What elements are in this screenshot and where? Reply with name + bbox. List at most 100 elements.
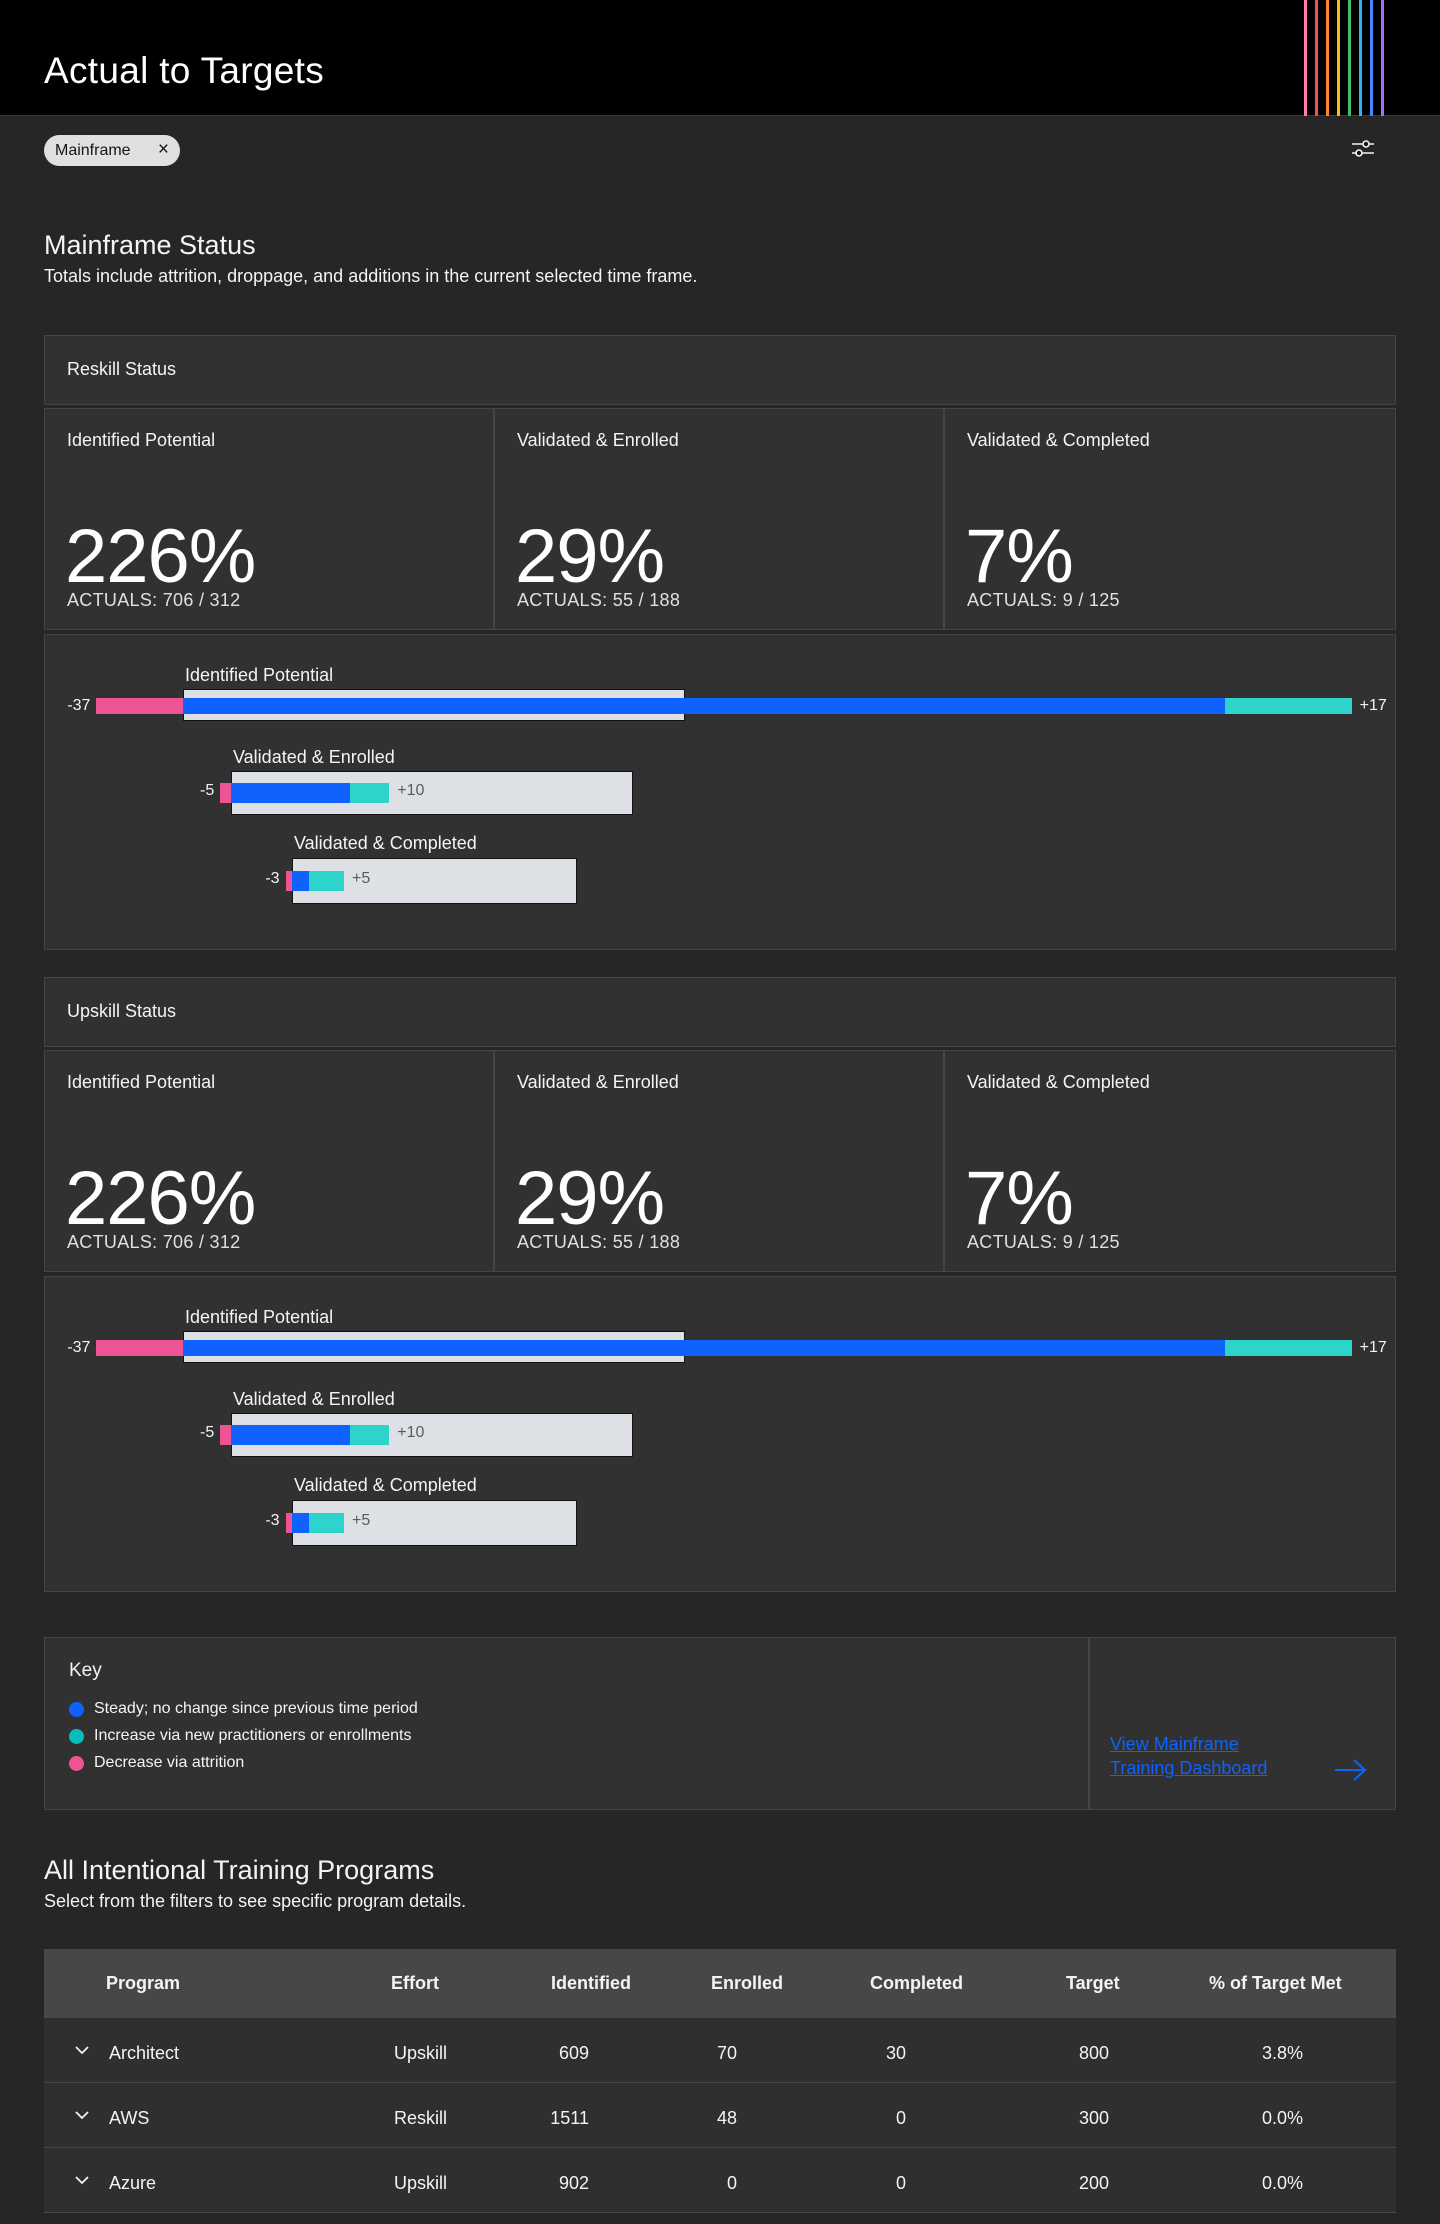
decrease-value: -5 xyxy=(200,782,215,799)
bar-label: Identified Potential xyxy=(185,1307,334,1327)
cell-program: AWS xyxy=(109,2108,150,2128)
col-header-program[interactable]: Program xyxy=(106,1973,180,1994)
metric-value: 7% xyxy=(965,1156,1074,1241)
key-item-label: Steady; no change since previous time pe… xyxy=(94,1700,418,1717)
increase-segment xyxy=(1224,1340,1352,1356)
bar-label: Validated & Enrolled xyxy=(233,1389,395,1409)
cell-effort: Reskill xyxy=(394,2108,448,2128)
metric-value: 29% xyxy=(515,1156,665,1241)
decrease-value: -37 xyxy=(67,1339,91,1356)
programs-section-subtitle: Select from the filters to see specific … xyxy=(44,1891,467,1911)
programs-section-title: All Intentional Training Programs xyxy=(44,1855,435,1885)
reskill-status-header: Reskill Status xyxy=(44,335,1396,405)
key-title: Key xyxy=(69,1660,102,1681)
brand-stripe xyxy=(1348,0,1351,116)
cell-enrolled: 48 xyxy=(716,2108,737,2128)
increase-value: +10 xyxy=(397,782,425,799)
chevron-down-icon[interactable] xyxy=(74,2109,90,2121)
cell-identified: 609 xyxy=(558,2043,589,2063)
panel-title: Reskill Status xyxy=(67,359,177,379)
cell-target: 300 xyxy=(1078,2108,1109,2128)
col-header-target[interactable]: Target xyxy=(1066,1973,1120,1994)
metric-tile: Validated & Completed 7% ACTUALS: 9 / 125 xyxy=(944,1050,1396,1272)
arrow-right-icon[interactable] xyxy=(1334,1758,1368,1782)
key-item-label: Increase via new practitioners or enroll… xyxy=(94,1727,412,1744)
programs-table: Program Effort Identified Enrolled Compl… xyxy=(44,1949,1396,2213)
cell-pct: 0.0% xyxy=(1261,2108,1303,2128)
increase-segment xyxy=(308,871,344,891)
decrease-value: -3 xyxy=(265,1512,280,1529)
metric-label: Identified Potential xyxy=(67,430,216,450)
metric-tile: Identified Potential 226% ACTUALS: 706 / 3… xyxy=(44,408,494,630)
bar-label: Validated & Completed xyxy=(294,833,477,853)
cell-program: Azure xyxy=(109,2173,157,2193)
col-header-enrolled[interactable]: Enrolled xyxy=(711,1973,783,1994)
metric-label: Validated & Enrolled xyxy=(517,1072,679,1092)
metric-actuals: ACTUALS: 706 / 312 xyxy=(67,590,241,610)
status-section-title: Mainframe Status xyxy=(44,230,256,260)
metric-label: Validated & Enrolled xyxy=(517,430,679,450)
upskill-status-header: Upskill Status xyxy=(44,977,1396,1047)
key-item-steady: Steady; no change since previous time pe… xyxy=(69,1700,418,1718)
bar-label: Validated & Completed xyxy=(294,1475,477,1495)
brand-stripe xyxy=(1381,0,1384,116)
steady-segment xyxy=(183,698,1225,714)
cell-identified: 902 xyxy=(558,2173,589,2193)
increase-value: +5 xyxy=(352,1512,371,1529)
metric-value: 7% xyxy=(965,514,1074,599)
chevron-down-icon[interactable] xyxy=(74,2174,90,2186)
page-title: Actual to Targets xyxy=(44,50,325,91)
decrease-segment xyxy=(220,783,231,803)
col-header-pct-target[interactable]: % of Target Met xyxy=(1209,1973,1342,1994)
decrease-value: -37 xyxy=(67,697,91,714)
cell-program: Architect xyxy=(109,2043,180,2063)
steady-segment xyxy=(231,783,350,803)
close-icon[interactable]: × xyxy=(158,139,169,161)
table-row[interactable]: Azure Upskill 902 0 0 200 0.0% xyxy=(44,2148,1396,2213)
settings-adjust-icon[interactable] xyxy=(1350,136,1376,162)
cell-target: 200 xyxy=(1078,2173,1109,2193)
steady-segment xyxy=(292,1513,309,1533)
cell-pct: 3.8% xyxy=(1261,2043,1303,2063)
decrease-dot xyxy=(69,1755,84,1771)
key-item-label: Decrease via attrition xyxy=(94,1754,245,1771)
metric-actuals: ACTUALS: 55 / 188 xyxy=(517,590,681,610)
col-header-completed[interactable]: Completed xyxy=(870,1973,963,1994)
panel-title: Upskill Status xyxy=(67,1001,177,1021)
progress-chart: Identified Potential -37 +17 Validated & En… xyxy=(44,634,1396,950)
table-row[interactable]: AWS Reskill 1511 48 0 300 0.0% xyxy=(44,2083,1396,2148)
decrease-segment xyxy=(96,1340,183,1356)
metric-value: 226% xyxy=(65,1156,256,1241)
col-header-effort[interactable]: Effort xyxy=(391,1973,439,1994)
increase-segment xyxy=(350,1425,390,1445)
cell-effort: Upskill xyxy=(394,2043,448,2063)
key-panel: Key Steady; no change since previous tim… xyxy=(44,1637,1089,1810)
metric-actuals: ACTUALS: 9 / 125 xyxy=(967,1232,1120,1252)
brand-stripe xyxy=(1304,0,1307,116)
col-header-identified[interactable]: Identified xyxy=(551,1973,631,1994)
bar-label: Identified Potential xyxy=(185,665,334,685)
steady-segment xyxy=(183,1340,1225,1356)
decrease-segment xyxy=(96,698,183,714)
increase-value: +10 xyxy=(397,1424,425,1441)
brand-stripe xyxy=(1370,0,1373,116)
metric-label: Validated & Completed xyxy=(967,430,1150,450)
filter-chip-mainframe[interactable]: Mainframe × xyxy=(44,135,180,166)
chevron-down-icon[interactable] xyxy=(74,2044,90,2056)
dashboard-link-panel: View Mainframe Training Dashboard xyxy=(1089,1637,1396,1810)
bar-label: Validated & Enrolled xyxy=(233,747,395,767)
cell-completed: 0 xyxy=(895,2173,906,2193)
cell-pct: 0.0% xyxy=(1261,2173,1303,2193)
metric-tile: Validated & Completed 7% ACTUALS: 9 / 125 xyxy=(944,408,1396,630)
view-dashboard-link[interactable]: View Mainframe Training Dashboard xyxy=(1110,1732,1300,1780)
metric-tile: Identified Potential 226% ACTUALS: 706 / 3… xyxy=(44,1050,494,1272)
steady-dot xyxy=(69,1701,84,1717)
table-row[interactable]: Architect Upskill 609 70 30 800 3.8% xyxy=(44,2018,1396,2083)
cell-completed: 0 xyxy=(895,2108,906,2128)
decrease-value: -5 xyxy=(200,1424,215,1441)
increase-segment xyxy=(1224,698,1352,714)
cell-completed: 30 xyxy=(885,2043,906,2063)
metric-actuals: ACTUALS: 55 / 188 xyxy=(517,1232,681,1252)
increase-value: +17 xyxy=(1359,697,1387,714)
brand-stripe xyxy=(1315,0,1318,116)
